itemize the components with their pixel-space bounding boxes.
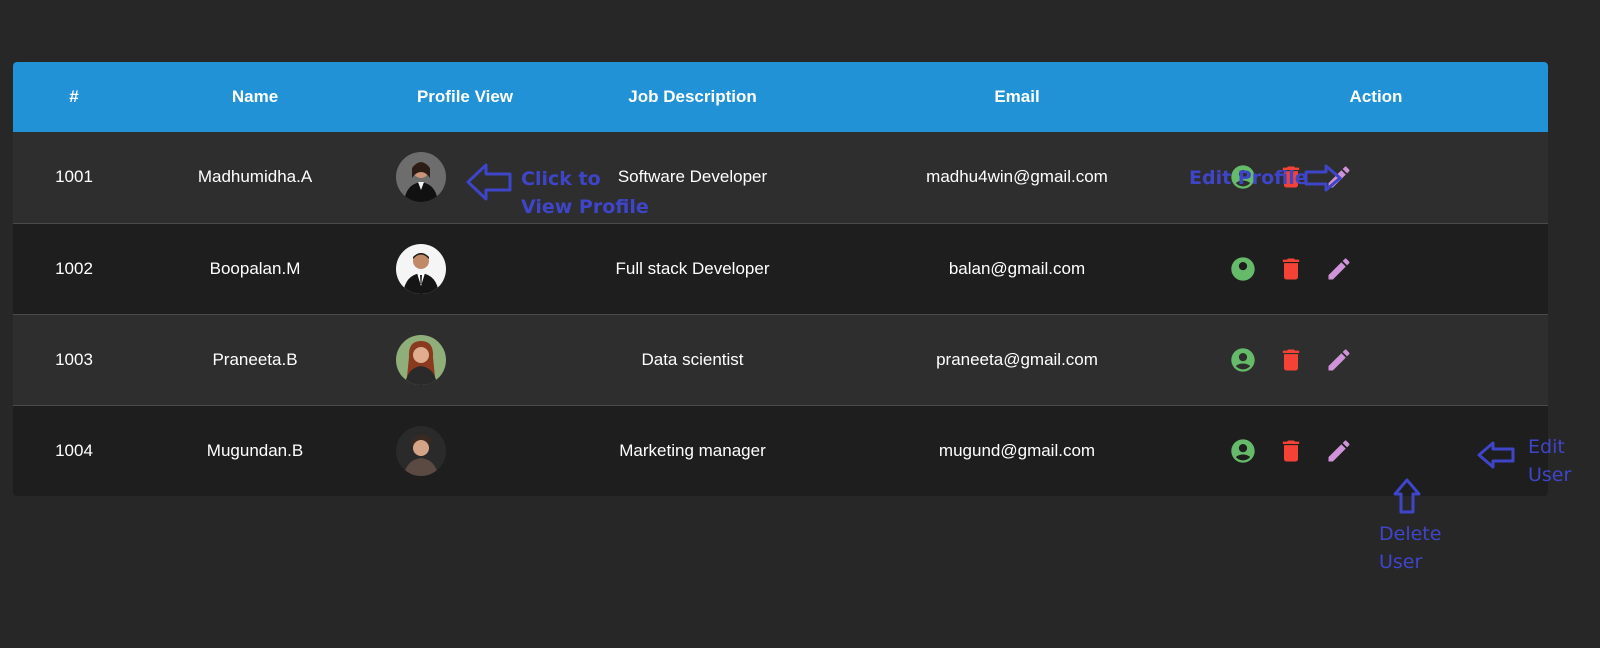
- cell-name: Boopalan.M: [135, 222, 375, 314]
- cell-id: 1003: [13, 313, 135, 405]
- users-table-container: # Name Profile View Job Description Emai…: [13, 62, 1548, 496]
- cell-email: mugund@gmail.com: [830, 404, 1204, 496]
- cell-email: balan@gmail.com: [830, 222, 1204, 314]
- avatar-man-casual[interactable]: [396, 425, 446, 476]
- cell-job-description: Data scientist: [555, 313, 830, 405]
- cell-name: Praneeta.B: [135, 313, 375, 405]
- cell-email: madhu4win@gmail.com: [926, 167, 1108, 187]
- edit-profile-arrow-icon: [1304, 164, 1342, 192]
- table-row: 1002 Boopalan.M Full stack Developer bal…: [13, 222, 1548, 314]
- annotation-delete-user-line2: User: [1379, 551, 1423, 573]
- table-row: 1004 Mugundan.B Marketing manager mugund…: [13, 404, 1548, 496]
- cell-job-description: Marketing manager: [555, 404, 830, 496]
- users-table: # Name Profile View Job Description Emai…: [13, 62, 1548, 496]
- header-email[interactable]: Email: [830, 62, 1204, 132]
- trash-icon: [1282, 349, 1300, 370]
- cell-id: 1001: [55, 167, 93, 187]
- pencil-icon: [1328, 257, 1350, 279]
- annotation-edit-user-line1: Edit: [1528, 436, 1565, 458]
- annotation-view-profile-line1: Click to: [521, 168, 601, 190]
- avatar-man-suit[interactable]: [396, 243, 446, 294]
- trash-icon: [1282, 440, 1300, 462]
- header-id[interactable]: #: [13, 62, 135, 132]
- cell-profile-view: [375, 404, 555, 496]
- cell-name: Mugundan.B: [135, 404, 375, 496]
- view-profile-button[interactable]: [1229, 437, 1257, 465]
- header-action: Action: [1349, 87, 1403, 106]
- delete-user-button[interactable]: [1277, 255, 1305, 283]
- cell-name: Madhumidha.A: [197, 167, 313, 187]
- edit-user-button[interactable]: [1325, 437, 1353, 465]
- annotation-edit-user-line2: User: [1528, 464, 1572, 486]
- avatar-woman-suit[interactable]: [396, 152, 446, 203]
- view-profile-button[interactable]: [1229, 346, 1257, 374]
- account-circle-icon: [1231, 256, 1255, 281]
- header-name[interactable]: Name: [135, 62, 375, 132]
- header-job-description[interactable]: Job Description: [555, 62, 830, 132]
- cell-id: 1004: [13, 404, 135, 496]
- pencil-icon: [1328, 440, 1350, 462]
- edit-user-button[interactable]: [1325, 255, 1353, 283]
- delete-user-button[interactable]: [1277, 346, 1305, 374]
- trash-icon: [1282, 258, 1300, 279]
- edit-user-arrow-icon: [1477, 441, 1515, 469]
- annotation-delete-user-line1: Delete: [1379, 523, 1442, 545]
- edit-user-button[interactable]: [1325, 346, 1353, 374]
- view-profile-button[interactable]: [1229, 255, 1257, 283]
- cell-actions: [1204, 313, 1548, 405]
- annotation-edit-profile: Edit Profile: [1189, 167, 1308, 189]
- pencil-icon: [1328, 348, 1350, 370]
- table-row: 1003 Praneeta.B Data scientist praneeta@…: [13, 313, 1548, 405]
- header-profile-view[interactable]: Profile View: [375, 62, 555, 132]
- cell-job-description: Full stack Developer: [555, 222, 830, 314]
- cell-id: 1002: [13, 222, 135, 314]
- cell-profile-view: [375, 222, 555, 314]
- table-header-row: # Name Profile View Job Description Emai…: [13, 62, 1548, 132]
- avatar-woman-redhair[interactable]: [396, 334, 446, 385]
- annotation-view-profile-line2: View Profile: [521, 196, 649, 218]
- view-profile-arrow-icon: [466, 163, 512, 201]
- cell-email: praneeta@gmail.com: [830, 313, 1204, 405]
- cell-actions: [1204, 222, 1548, 314]
- account-circle-icon: [1231, 439, 1255, 463]
- cell-profile-view: [375, 313, 555, 405]
- delete-user-button[interactable]: [1277, 437, 1305, 465]
- delete-user-arrow-icon: [1393, 478, 1421, 514]
- account-circle-icon: [1231, 347, 1255, 372]
